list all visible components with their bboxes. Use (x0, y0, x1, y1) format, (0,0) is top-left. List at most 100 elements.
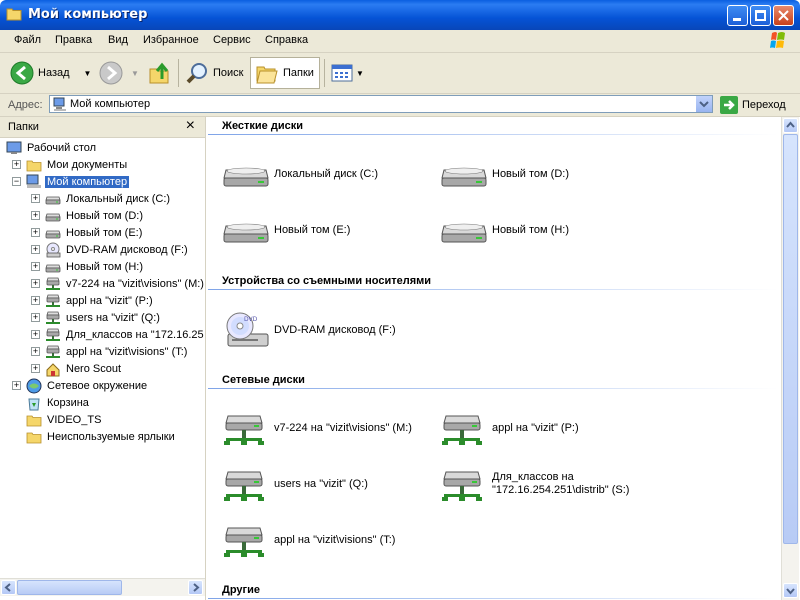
expand-icon[interactable]: + (31, 296, 40, 305)
close-icon[interactable]: × (186, 117, 195, 135)
network-drive-item[interactable]: appl на "vizit\visions" (T:) (222, 522, 395, 558)
group-title-other: Другие (222, 584, 260, 596)
network-drive-item[interactable]: appl на "vizit" (P:) (440, 410, 579, 446)
tree-item[interactable]: Новый том (H:) (45, 258, 145, 275)
windows-logo-icon (770, 32, 785, 48)
my-computer-icon (26, 174, 41, 188)
forward-dropdown-icon[interactable]: ▼ (131, 69, 139, 78)
title-bar[interactable]: Мой компьютер (0, 0, 800, 30)
tree-item[interactable]: Мои документы (26, 156, 129, 173)
expand-icon[interactable]: + (31, 330, 40, 339)
drive-item[interactable]: Новый том (H:) (440, 212, 569, 248)
tree-item[interactable]: Корзина (26, 394, 91, 411)
content-pane: Жесткие диски Локальный диск (C:) Новый … (206, 117, 781, 600)
tree-item[interactable]: Сетевое окружение (26, 377, 149, 394)
folders-toggle-button[interactable]: Папки (250, 57, 320, 89)
up-folder-button[interactable] (148, 57, 172, 89)
drive-item[interactable]: DVD-RAM дисковод (F:) (222, 309, 396, 351)
tree-item[interactable]: Неиспользуемые ярлыки (26, 428, 177, 445)
scroll-right-button[interactable] (188, 580, 203, 595)
expand-icon[interactable]: + (31, 211, 40, 220)
expand-icon[interactable]: + (31, 245, 40, 254)
expand-icon[interactable]: + (31, 347, 40, 356)
tree-item[interactable]: Для_классов на "172.16.25 (45, 326, 206, 343)
views-dropdown-icon: ▼ (356, 68, 364, 78)
expand-icon[interactable]: + (31, 194, 40, 203)
expand-icon[interactable]: + (31, 313, 40, 322)
tree-item[interactable]: Nero Scout (45, 360, 123, 377)
close-button[interactable] (773, 5, 794, 26)
up-folder-icon (149, 62, 169, 84)
collapse-icon[interactable]: − (12, 177, 21, 186)
desktop-icon (6, 141, 22, 154)
menu-bar: Файл Правка Вид Избранное Сервис Справка (0, 30, 800, 53)
tree-item[interactable]: Новый том (D:) (45, 207, 145, 224)
hard-drive-icon (441, 223, 487, 243)
tree-item[interactable]: VIDEO_TS (26, 411, 103, 428)
menu-view[interactable]: Вид (108, 34, 128, 46)
scroll-thumb[interactable] (783, 134, 798, 544)
address-input[interactable]: Мой компьютер (49, 95, 713, 113)
dvd-drive-icon (226, 312, 269, 347)
scroll-thumb[interactable] (17, 580, 122, 595)
tree-item[interactable]: users на "vizit" (Q:) (45, 309, 162, 326)
views-button[interactable]: ▼ (330, 57, 364, 89)
content-vertical-scrollbar[interactable] (781, 117, 799, 600)
expand-icon[interactable]: + (12, 160, 21, 169)
menu-file[interactable]: Файл (14, 34, 41, 46)
expand-icon[interactable]: + (31, 262, 40, 271)
network-drive-icon (223, 415, 265, 446)
forward-button[interactable]: ▼ (99, 57, 139, 89)
scroll-down-button[interactable] (783, 583, 798, 598)
expand-icon[interactable]: + (12, 381, 21, 390)
network-neighborhood-icon (26, 378, 42, 393)
close-icon (778, 10, 789, 21)
my-computer-icon (53, 97, 66, 111)
drive-item[interactable]: Локальный диск (C:) (222, 156, 378, 192)
network-drive-item[interactable]: v7-224 на "vizit\visions" (M:) (222, 410, 412, 446)
group-divider (208, 134, 778, 135)
back-dropdown-icon[interactable]: ▼ (84, 69, 92, 78)
menu-favorites[interactable]: Избранное (143, 34, 199, 46)
group-title-removable: Устройства со съемными носителями (222, 275, 432, 287)
drive-item[interactable]: Новый том (E:) (222, 212, 350, 248)
folders-pane-header: Папки × (0, 117, 205, 138)
network-drive-icon (223, 527, 265, 558)
address-dropdown-button[interactable] (695, 96, 712, 112)
back-label: Назад (38, 67, 70, 79)
network-drive-item[interactable]: users на "vizit" (Q:) (222, 466, 368, 502)
menu-edit[interactable]: Правка (55, 34, 92, 46)
network-drive-item[interactable]: Для_классов на "172.16.254.251\distrib" (… (440, 466, 629, 502)
tree-item[interactable]: appl на "vizit\visions" (T:) (45, 343, 189, 360)
search-label: Поиск (213, 67, 244, 79)
folders-icon (256, 66, 278, 84)
expand-icon[interactable]: + (31, 279, 40, 288)
tree-item[interactable]: appl на "vizit" (P:) (45, 292, 155, 309)
tree-item[interactable]: Рабочий стол (6, 139, 98, 156)
tree-item[interactable]: DVD-RAM дисковод (F:) (45, 241, 190, 258)
search-button[interactable]: Поиск (185, 57, 243, 89)
drive-icon (45, 196, 61, 204)
tree-item[interactable]: Новый том (E:) (45, 224, 144, 241)
scroll-up-button[interactable] (783, 118, 798, 133)
minimize-button[interactable] (727, 5, 748, 26)
views-icon (331, 64, 353, 82)
recycle-bin-icon (28, 398, 40, 410)
scroll-left-button[interactable] (1, 580, 16, 595)
menu-help[interactable]: Справка (265, 34, 308, 46)
drive-icon (45, 213, 61, 221)
hard-drive-icon (223, 223, 269, 243)
menu-tools[interactable]: Сервис (213, 34, 251, 46)
expand-icon[interactable]: + (31, 228, 40, 237)
drive-item[interactable]: Новый том (D:) (440, 156, 569, 192)
folders-horizontal-scrollbar[interactable] (0, 578, 205, 596)
go-arrow-icon (720, 96, 738, 114)
tree-item[interactable]: Локальный диск (C:) (45, 190, 172, 207)
go-label: Переход (742, 99, 786, 111)
maximize-button[interactable] (750, 5, 771, 26)
expand-icon[interactable]: + (31, 364, 40, 373)
tree-item[interactable]: v7-224 на "vizit\visions" (M:) (45, 275, 206, 292)
go-button[interactable]: Переход (720, 96, 786, 114)
back-button[interactable]: Назад ▼ (10, 57, 91, 89)
tree-item-selected[interactable]: Мой компьютер (26, 173, 130, 190)
